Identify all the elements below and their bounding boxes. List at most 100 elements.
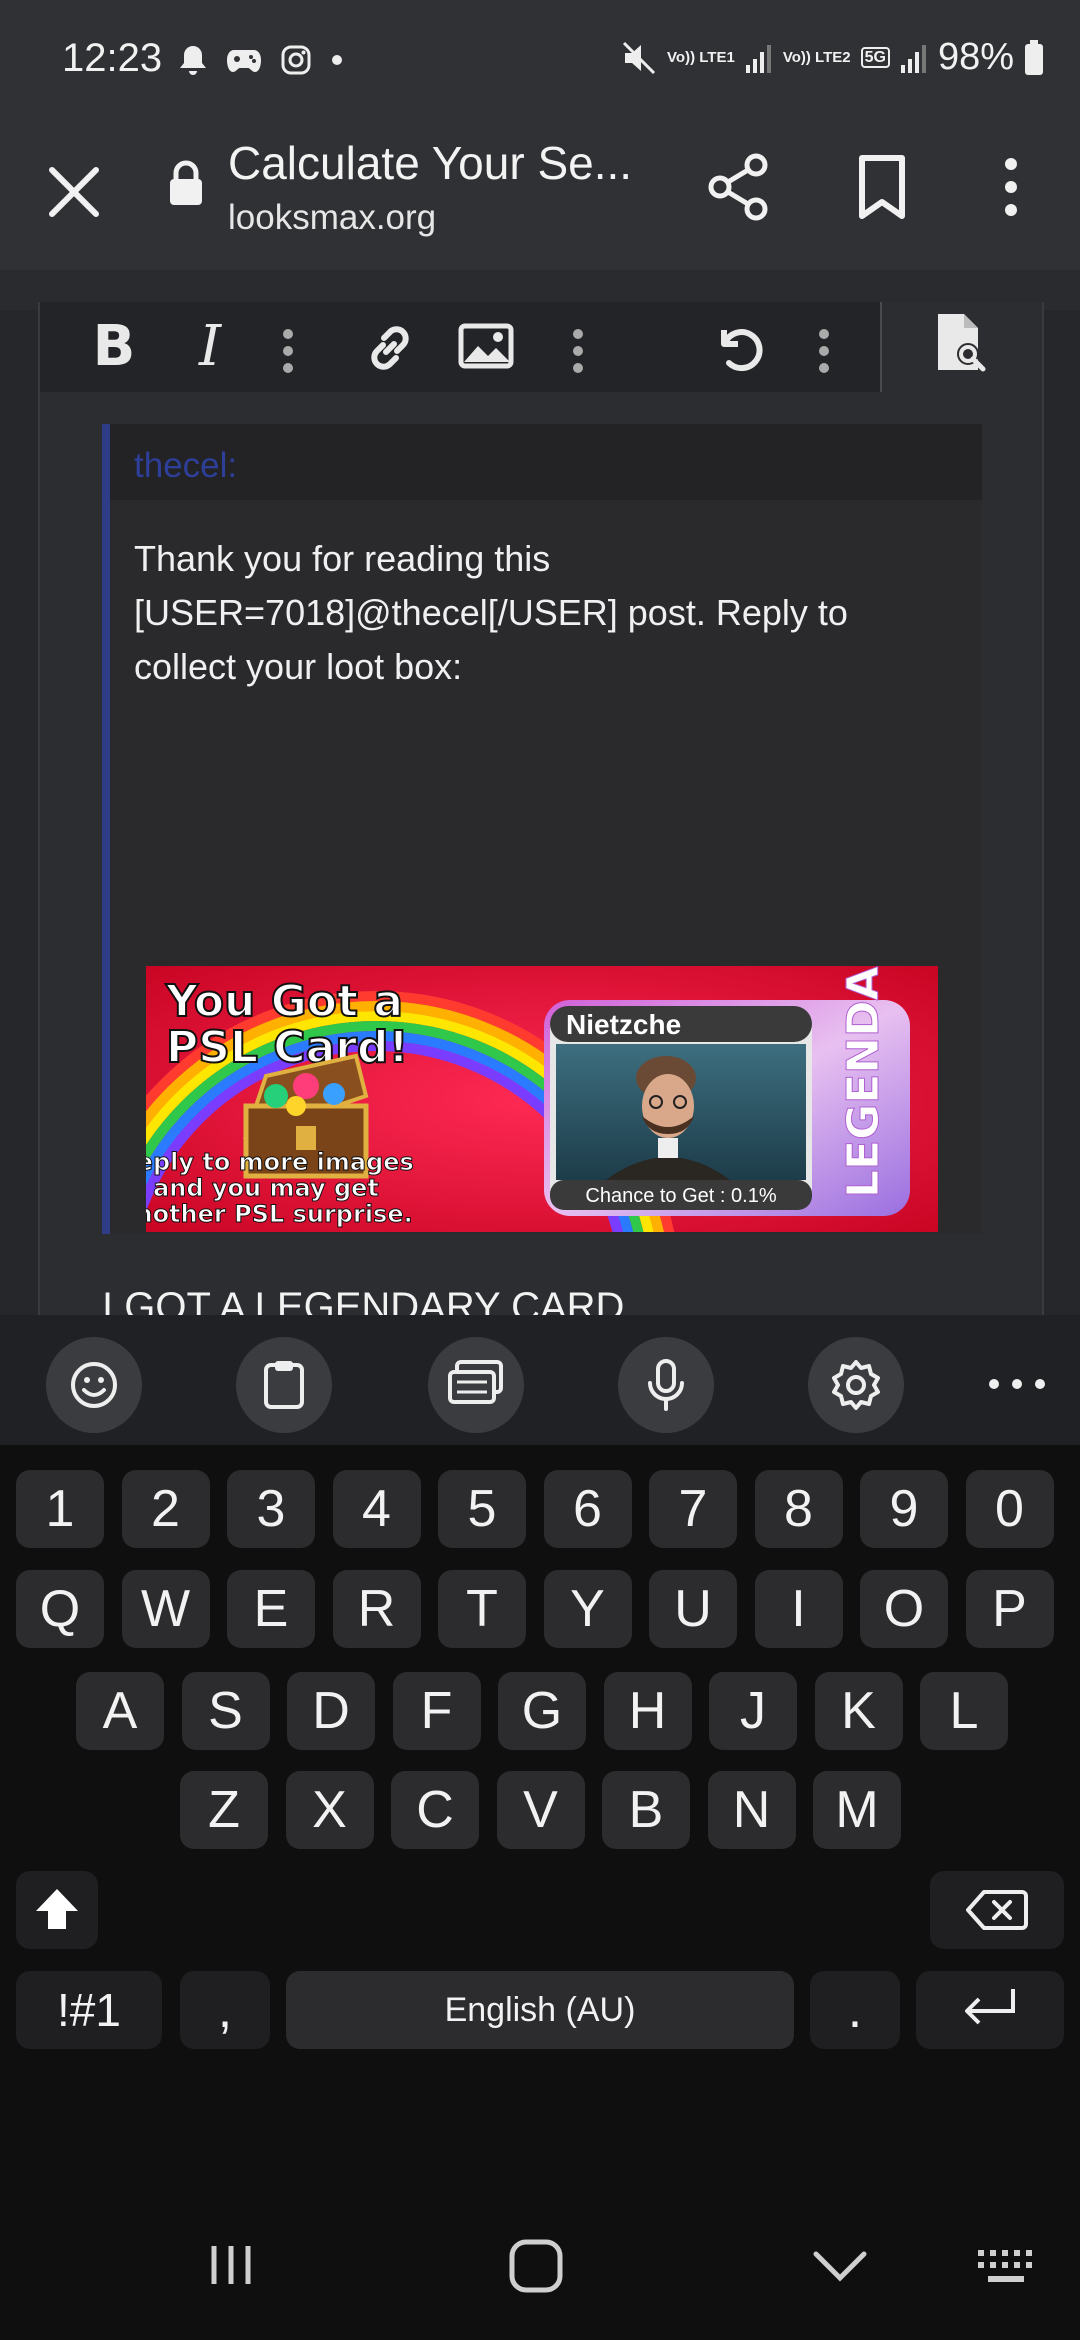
emoji-button[interactable] <box>46 1337 142 1433</box>
voice-input-button[interactable] <box>618 1337 714 1433</box>
url-text[interactable]: looksmax.org <box>228 198 436 238</box>
status-time: 12:23 <box>62 36 163 80</box>
image-icon[interactable] <box>458 322 514 370</box>
keyboard-settings-button[interactable] <box>808 1337 904 1433</box>
reply-text[interactable]: I GOT A LEGENDARY CARD <box>102 1285 624 1315</box>
letter-key-z[interactable]: Z <box>180 1771 268 1849</box>
close-icon[interactable] <box>42 160 106 224</box>
letter-key-k[interactable]: K <box>814 1672 903 1750</box>
letter-key-v[interactable]: V <box>496 1771 585 1849</box>
letter-key-c[interactable]: C <box>391 1771 479 1849</box>
psl-card-graphic: You Got a PSL Card! Reply to more images <box>146 966 938 1232</box>
letter-key-m[interactable]: M <box>813 1771 901 1849</box>
comma-key[interactable]: , <box>180 1971 270 2049</box>
battery-percent: 98% <box>937 36 1014 78</box>
quoted-post: thecel: Thank you for reading this [USER… <box>102 424 982 1234</box>
lock-icon <box>170 160 202 205</box>
letter-key-p[interactable]: P <box>965 1570 1054 1648</box>
number-key-7[interactable]: 7 <box>649 1470 737 1548</box>
emoji-icon <box>71 1362 117 1408</box>
microphone-icon <box>648 1359 684 1411</box>
letter-key-e[interactable]: E <box>227 1570 315 1648</box>
browser-toolbar: Calculate Your Se... looksmax.org <box>0 120 1080 270</box>
letter-key-u[interactable]: U <box>649 1570 737 1648</box>
backspace-key[interactable] <box>930 1871 1064 1949</box>
page-title[interactable]: Calculate Your Se... <box>228 136 632 190</box>
keyboard-mode-button[interactable] <box>428 1337 524 1433</box>
keyboard-switch-icon[interactable] <box>976 2248 1040 2288</box>
number-key-8[interactable]: 8 <box>754 1470 843 1548</box>
gamepad-icon <box>227 50 261 72</box>
number-key-0[interactable]: 0 <box>965 1470 1054 1548</box>
more-insert-options-icon[interactable] <box>568 326 588 376</box>
shift-key[interactable] <box>16 1871 98 1949</box>
letter-key-q[interactable]: Q <box>16 1570 104 1648</box>
signal-1-icon <box>745 44 771 73</box>
more-text-options-icon[interactable] <box>278 326 298 376</box>
gear-icon <box>832 1360 880 1410</box>
status-bar: 12:23 Vo)) LTE1 Vo)) LTE2 5G 98% <box>0 0 1080 120</box>
letter-key-h[interactable]: H <box>603 1672 692 1750</box>
number-key-1[interactable]: 1 <box>16 1470 104 1548</box>
clipboard-icon <box>264 1361 304 1409</box>
navigation-bar <box>0 2180 1080 2340</box>
period-key[interactable]: . <box>810 1971 900 2049</box>
letter-key-r[interactable]: R <box>332 1570 421 1648</box>
clipboard-button[interactable] <box>236 1337 332 1433</box>
reply-editor[interactable]: B I thecel: Thank you for reading this [… <box>38 302 1044 1315</box>
quote-body: Thank you for reading this [USER=7018]@t… <box>134 538 848 687</box>
number-key-3[interactable]: 3 <box>227 1470 315 1548</box>
letter-key-s[interactable]: S <box>181 1672 270 1750</box>
card-rarity: LEGENDARY <box>838 966 889 1198</box>
letter-key-i[interactable]: I <box>754 1570 843 1648</box>
letter-key-l[interactable]: L <box>920 1672 1008 1750</box>
letter-key-n[interactable]: N <box>707 1771 796 1849</box>
card-caption-line2: and you may get <box>153 1174 379 1202</box>
letter-key-f[interactable]: F <box>392 1672 481 1750</box>
italic-button[interactable]: I <box>180 314 240 379</box>
space-key[interactable]: English (AU) <box>286 1971 794 2049</box>
letter-key-t[interactable]: T <box>438 1570 526 1648</box>
dot-icon <box>332 55 342 65</box>
share-icon[interactable] <box>704 152 774 222</box>
network-2-label: Vo)) LTE2 <box>782 49 851 66</box>
letter-key-o[interactable]: O <box>860 1570 948 1648</box>
number-key-6[interactable]: 6 <box>543 1470 632 1548</box>
home-icon[interactable] <box>508 2238 564 2294</box>
network-1-label: Vo)) LTE1 <box>667 49 735 66</box>
bookmark-icon[interactable] <box>850 152 914 222</box>
hide-keyboard-icon[interactable] <box>812 2246 868 2286</box>
more-editor-options-icon[interactable] <box>814 326 834 376</box>
card-caption-line1: Reply to more images <box>146 1148 414 1176</box>
more-tools-icon[interactable] <box>982 1359 1052 1409</box>
bold-button[interactable]: B <box>84 314 144 379</box>
undo-icon[interactable] <box>710 320 766 376</box>
letter-key-g[interactable]: G <box>498 1672 586 1750</box>
bell-icon <box>180 46 206 75</box>
symbols-key[interactable]: !#1 <box>16 1971 162 2049</box>
recent-apps-icon[interactable] <box>206 2240 256 2290</box>
keyboard: 1234567890 QWERTYUIOP ASDFGHJKL ZXCVBNM … <box>0 1445 1080 2180</box>
backspace-icon <box>966 1890 1028 1930</box>
number-key-5[interactable]: 5 <box>438 1470 526 1548</box>
preview-button[interactable] <box>882 302 1042 392</box>
letter-key-a[interactable]: A <box>76 1672 164 1750</box>
system-status: Vo)) LTE1 Vo)) LTE2 5G 98% <box>621 36 1044 79</box>
letter-key-b[interactable]: B <box>602 1771 690 1849</box>
letter-key-d[interactable]: D <box>287 1672 375 1750</box>
letter-key-y[interactable]: Y <box>543 1570 632 1648</box>
letter-key-j[interactable]: J <box>709 1672 797 1750</box>
editor-toolbar: B I <box>40 302 1042 392</box>
enter-key[interactable] <box>916 1971 1064 2049</box>
more-options-icon[interactable] <box>990 152 1032 222</box>
shift-icon <box>36 1889 78 1929</box>
number-key-4[interactable]: 4 <box>332 1470 421 1548</box>
letter-key-w[interactable]: W <box>121 1570 210 1648</box>
quote-author[interactable]: thecel: <box>134 446 237 486</box>
link-icon[interactable] <box>362 320 418 376</box>
number-key-2[interactable]: 2 <box>121 1470 210 1548</box>
number-key-9[interactable]: 9 <box>860 1470 948 1548</box>
preview-icon <box>938 314 986 372</box>
quote-header: thecel: <box>110 424 982 500</box>
letter-key-x[interactable]: X <box>285 1771 374 1849</box>
